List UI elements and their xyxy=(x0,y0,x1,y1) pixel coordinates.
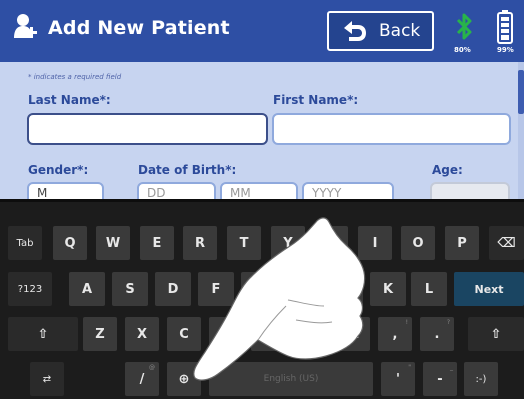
key-backspace[interactable]: ⌫ xyxy=(489,226,524,260)
last-name-label: Last Name*: xyxy=(28,93,111,107)
app-header: Add New Patient Back 80% 99% xyxy=(0,0,524,62)
key-p[interactable]: P xyxy=(445,226,479,260)
key-dash[interactable]: - _ xyxy=(423,362,457,396)
key-space[interactable]: English (US) xyxy=(209,362,373,396)
dob-label: Date of Birth*: xyxy=(138,163,237,177)
key-n[interactable]: N xyxy=(293,317,327,351)
key-shift-right[interactable]: ⇧ xyxy=(468,317,524,351)
key-v[interactable]: V xyxy=(209,317,243,351)
header-title-group: Add New Patient xyxy=(14,13,230,43)
bluetooth-icon xyxy=(455,10,473,48)
key-period[interactable]: . ? xyxy=(420,317,454,351)
key-g[interactable]: G xyxy=(241,272,277,306)
required-field-note: * indicates a required field xyxy=(28,73,122,81)
key-apostrophe[interactable]: ' " xyxy=(381,362,415,396)
key-o[interactable]: O xyxy=(401,226,435,260)
key-d[interactable]: D xyxy=(155,272,191,306)
form-scrollbar-thumb[interactable] xyxy=(518,70,524,114)
key-i[interactable]: I xyxy=(358,226,392,260)
gender-value: M xyxy=(37,186,48,200)
key-c[interactable]: C xyxy=(167,317,201,351)
key-tab[interactable]: Tab xyxy=(8,226,42,260)
key-slash[interactable]: / @ xyxy=(125,362,159,396)
back-button-label: Back xyxy=(379,21,421,41)
bluetooth-level: 80% xyxy=(454,46,471,54)
key-language-globe[interactable]: ⊕ xyxy=(167,362,201,396)
add-patient-icon xyxy=(14,13,38,43)
keyboard-top-edge xyxy=(0,199,524,202)
key-h[interactable]: H xyxy=(284,272,320,306)
battery-icon xyxy=(497,10,513,48)
first-name-field[interactable] xyxy=(272,113,511,145)
key-l[interactable]: L xyxy=(411,272,447,306)
key-shift-left[interactable]: ⇧ xyxy=(8,317,78,351)
key-comma-hint: ! xyxy=(405,319,408,326)
key-slash-label: / xyxy=(139,371,145,387)
key-next[interactable]: Next xyxy=(454,272,524,306)
first-name-label: First Name*: xyxy=(273,93,359,107)
last-name-field[interactable] xyxy=(27,113,268,145)
key-f[interactable]: F xyxy=(198,272,234,306)
key-comma-label: , xyxy=(392,326,398,342)
key-smiley[interactable]: :-) xyxy=(464,362,498,396)
key-k[interactable]: K xyxy=(370,272,406,306)
back-button[interactable]: Back xyxy=(327,11,434,51)
key-y[interactable]: Y xyxy=(271,226,305,260)
dob-day-placeholder: DD xyxy=(147,186,166,200)
key-e[interactable]: E xyxy=(140,226,174,260)
key-j[interactable]: J xyxy=(327,272,363,306)
key-b[interactable]: B xyxy=(251,317,285,351)
back-arrow-icon xyxy=(341,20,367,42)
dob-year-placeholder: YYYY xyxy=(312,186,342,200)
key-q[interactable]: Q xyxy=(53,226,87,260)
key-r[interactable]: R xyxy=(183,226,217,260)
key-z[interactable]: Z xyxy=(83,317,117,351)
key-x[interactable]: X xyxy=(125,317,159,351)
key-period-label: . xyxy=(434,326,440,342)
key-layout-switch[interactable]: ⇄ xyxy=(30,362,64,396)
key-w[interactable]: W xyxy=(96,226,130,260)
key-dash-label: - xyxy=(437,371,443,387)
key-apostrophe-hint: " xyxy=(408,364,411,371)
key-apostrophe-label: ' xyxy=(396,371,400,387)
key-a[interactable]: A xyxy=(69,272,105,306)
key-u[interactable]: U xyxy=(314,226,348,260)
key-s[interactable]: S xyxy=(112,272,148,306)
key-symbols[interactable]: ?123 xyxy=(8,272,52,306)
dob-month-placeholder: MM xyxy=(230,186,251,200)
key-comma[interactable]: , ! xyxy=(378,317,412,351)
key-dash-hint: _ xyxy=(450,364,453,371)
battery-level: 99% xyxy=(497,46,514,54)
key-m[interactable]: M xyxy=(336,317,370,351)
gender-label: Gender*: xyxy=(28,163,89,177)
age-label: Age: xyxy=(432,163,463,177)
key-period-hint: ? xyxy=(446,319,450,326)
key-t[interactable]: T xyxy=(227,226,261,260)
page-title: Add New Patient xyxy=(48,17,230,39)
key-slash-hint: @ xyxy=(149,364,155,371)
